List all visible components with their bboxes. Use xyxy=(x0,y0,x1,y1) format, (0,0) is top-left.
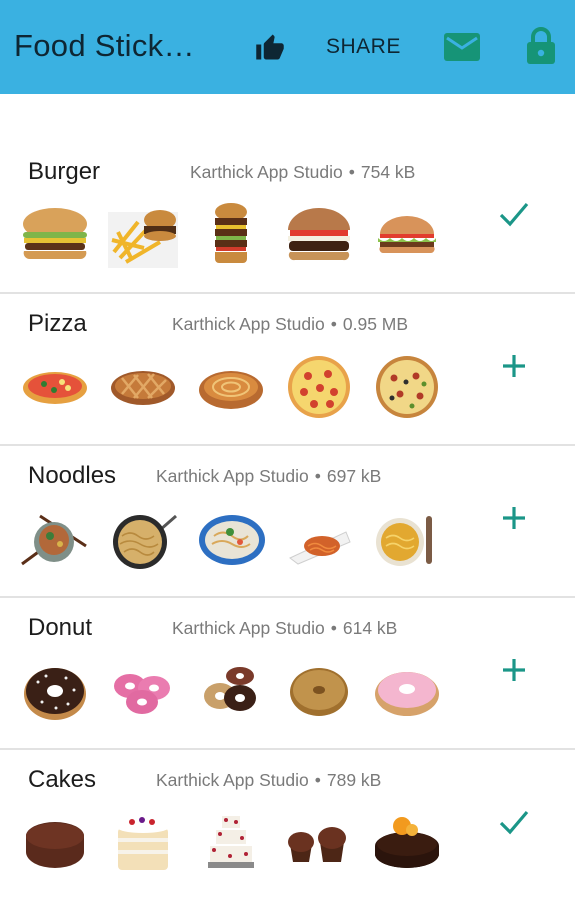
cupcakes-sticker xyxy=(288,827,346,862)
separator-dot: • xyxy=(330,314,337,334)
noodle-plate-sticker xyxy=(199,515,265,565)
pack-publisher: Karthick App Studio xyxy=(156,770,309,790)
pack-publisher: Karthick App Studio xyxy=(156,466,309,486)
cheese-pizza-sticker xyxy=(199,371,263,409)
pack-size: 697 kB xyxy=(326,466,382,486)
stacked-burger-sticker xyxy=(215,203,247,263)
pack-size: 614 kB xyxy=(342,618,398,638)
pepperoni-pizza-sticker xyxy=(288,356,350,418)
plus-icon xyxy=(503,507,525,529)
pack-size: 789 kB xyxy=(326,770,382,790)
pack-row-burger[interactable]: Burger Karthick App Studio • 754 kB xyxy=(0,142,575,294)
app-title: Food Stick… xyxy=(14,28,195,63)
add-pack-button[interactable] xyxy=(492,344,536,388)
add-pack-button[interactable] xyxy=(492,648,536,692)
checkmark-icon xyxy=(499,202,529,227)
tiered-cake-sticker xyxy=(208,816,254,868)
pack-meta: Karthick App Studio • 789 kB xyxy=(156,770,381,791)
pack-name: Cakes xyxy=(28,766,97,793)
pack-row-noodles[interactable]: Noodles Karthick App Studio • 697 kB xyxy=(0,446,575,598)
lock-icon xyxy=(527,27,555,64)
add-pack-button[interactable] xyxy=(492,496,536,540)
pack-meta: Karthick App Studio • 0.95 MB xyxy=(172,314,408,335)
sticker-preview-row xyxy=(20,354,460,424)
pack-publisher: Karthick App Studio xyxy=(172,618,325,638)
separator-dot: • xyxy=(348,162,355,182)
like-button[interactable] xyxy=(251,28,289,66)
pack-publisher: Karthick App Studio xyxy=(190,162,343,182)
chocolate-lava-cake-sticker xyxy=(26,822,84,868)
separator-dot: • xyxy=(314,770,321,790)
sticker-preview-row xyxy=(20,506,460,576)
thumbs-up-icon xyxy=(256,34,284,60)
pack-meta: Karthick App Studio • 754 kB xyxy=(190,162,415,183)
noodle-dish-sticker xyxy=(289,531,351,565)
pack-name: Noodles xyxy=(28,462,117,489)
pink-mini-donuts-sticker xyxy=(114,674,170,714)
pack-row-pizza[interactable]: Pizza Karthick App Studio • 0.95 MB xyxy=(0,294,575,446)
pack-name: Pizza xyxy=(28,310,87,337)
mail-icon xyxy=(444,33,480,61)
pack-row-cakes[interactable]: Cakes Karthick App Studio • 789 kB xyxy=(0,750,575,902)
share-button[interactable]: SHARE xyxy=(326,30,401,64)
fried-noodles-pan-sticker xyxy=(113,514,177,569)
sticker-preview-row xyxy=(20,658,460,728)
separator-dot: • xyxy=(330,618,337,638)
burger-sticker xyxy=(23,208,87,260)
glazed-donut-sticker xyxy=(290,668,348,716)
chocolate-sprinkle-donut-sticker xyxy=(24,668,86,720)
sticker-preview-row xyxy=(20,810,460,880)
lock-button[interactable] xyxy=(522,24,560,68)
plus-icon xyxy=(503,355,525,377)
separator-dot: • xyxy=(314,466,321,486)
pack-added-indicator[interactable] xyxy=(492,192,536,236)
layer-cake-sticker xyxy=(118,817,168,870)
pack-name: Donut xyxy=(28,614,93,641)
pack-name: Burger xyxy=(28,158,101,185)
pack-meta: Karthick App Studio • 697 kB xyxy=(156,466,381,487)
sticker-preview-row xyxy=(20,202,460,272)
app-bar: Food Stick… SHARE xyxy=(0,0,575,94)
chocolate-tart-sticker xyxy=(375,817,439,868)
pack-row-donut[interactable]: Donut Karthick App Studio • 614 kB xyxy=(0,598,575,750)
donut-stack-sticker xyxy=(204,667,256,711)
pack-publisher: Karthick App Studio xyxy=(172,314,325,334)
pack-meta: Karthick App Studio • 614 kB xyxy=(172,618,397,639)
supreme-pizza-sticker xyxy=(376,356,438,418)
pack-size: 754 kB xyxy=(360,162,416,182)
bacon-burger-sticker xyxy=(288,208,350,261)
noodle-soup-sticker xyxy=(376,516,432,566)
pack-size: 0.95 MB xyxy=(342,314,409,334)
burger-fries-sticker xyxy=(108,210,178,268)
lattice-pie-sticker xyxy=(111,371,175,405)
checkmark-icon xyxy=(499,810,529,835)
pack-added-indicator[interactable] xyxy=(492,800,536,844)
mail-button[interactable] xyxy=(440,28,484,66)
veggie-pizza-sticker xyxy=(23,372,87,404)
plus-icon xyxy=(503,659,525,681)
noodle-bowl-chopsticks-sticker xyxy=(21,514,87,566)
pink-glazed-donut-sticker xyxy=(375,672,439,716)
salad-burger-sticker xyxy=(378,216,436,254)
